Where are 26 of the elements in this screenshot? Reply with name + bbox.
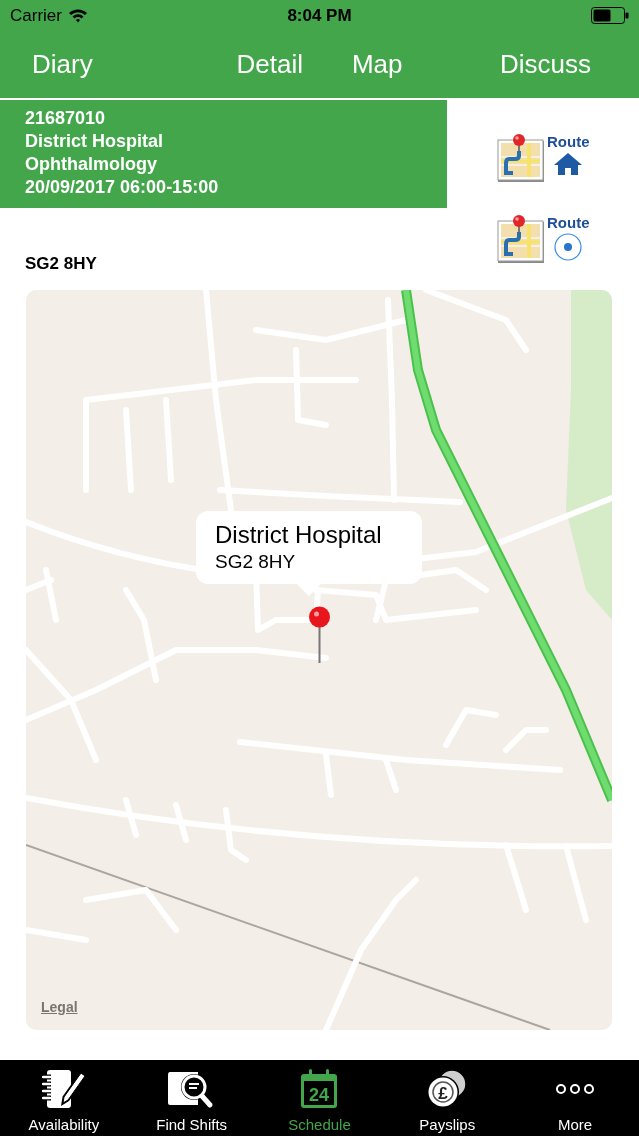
shift-id: 21687010 — [25, 107, 106, 130]
map-icon — [497, 214, 545, 264]
wifi-icon — [67, 7, 88, 23]
route-home-button[interactable]: Route — [497, 133, 590, 183]
home-icon — [553, 152, 584, 176]
callout-subtitle: SG2 8HY — [215, 550, 296, 574]
tab-bar-item[interactable]: £ Payslips — [383, 1060, 512, 1136]
shift-department: Ophthalmology — [25, 153, 157, 176]
tab-bar-item[interactable]: Availability — [0, 1060, 128, 1136]
battery-icon — [591, 6, 629, 24]
map-pin-icon — [308, 606, 332, 664]
carrier-label: Carrier — [10, 6, 62, 24]
more-icon — [555, 1083, 596, 1095]
shift-datetime: 20/09/2017 06:00-15:00 — [25, 176, 219, 199]
notebook-pencil-icon — [41, 1069, 86, 1109]
callout-title: District Hospital — [215, 520, 382, 550]
postcode-label: SG2 8HY — [25, 254, 97, 273]
current-location-icon — [554, 233, 583, 261]
shift-location: District Hospital — [25, 130, 164, 153]
tab-bar-item[interactable]: Find Shifts — [127, 1060, 256, 1136]
route-location-button[interactable]: Route — [497, 214, 590, 264]
tab-bar-item[interactable]: More — [511, 1060, 639, 1136]
tab-bar-item[interactable]: 24 Schedule — [255, 1060, 384, 1136]
status-time: 8:04 PM — [287, 6, 352, 24]
legal-link[interactable]: Legal — [41, 997, 78, 1018]
map-icon — [497, 133, 545, 183]
